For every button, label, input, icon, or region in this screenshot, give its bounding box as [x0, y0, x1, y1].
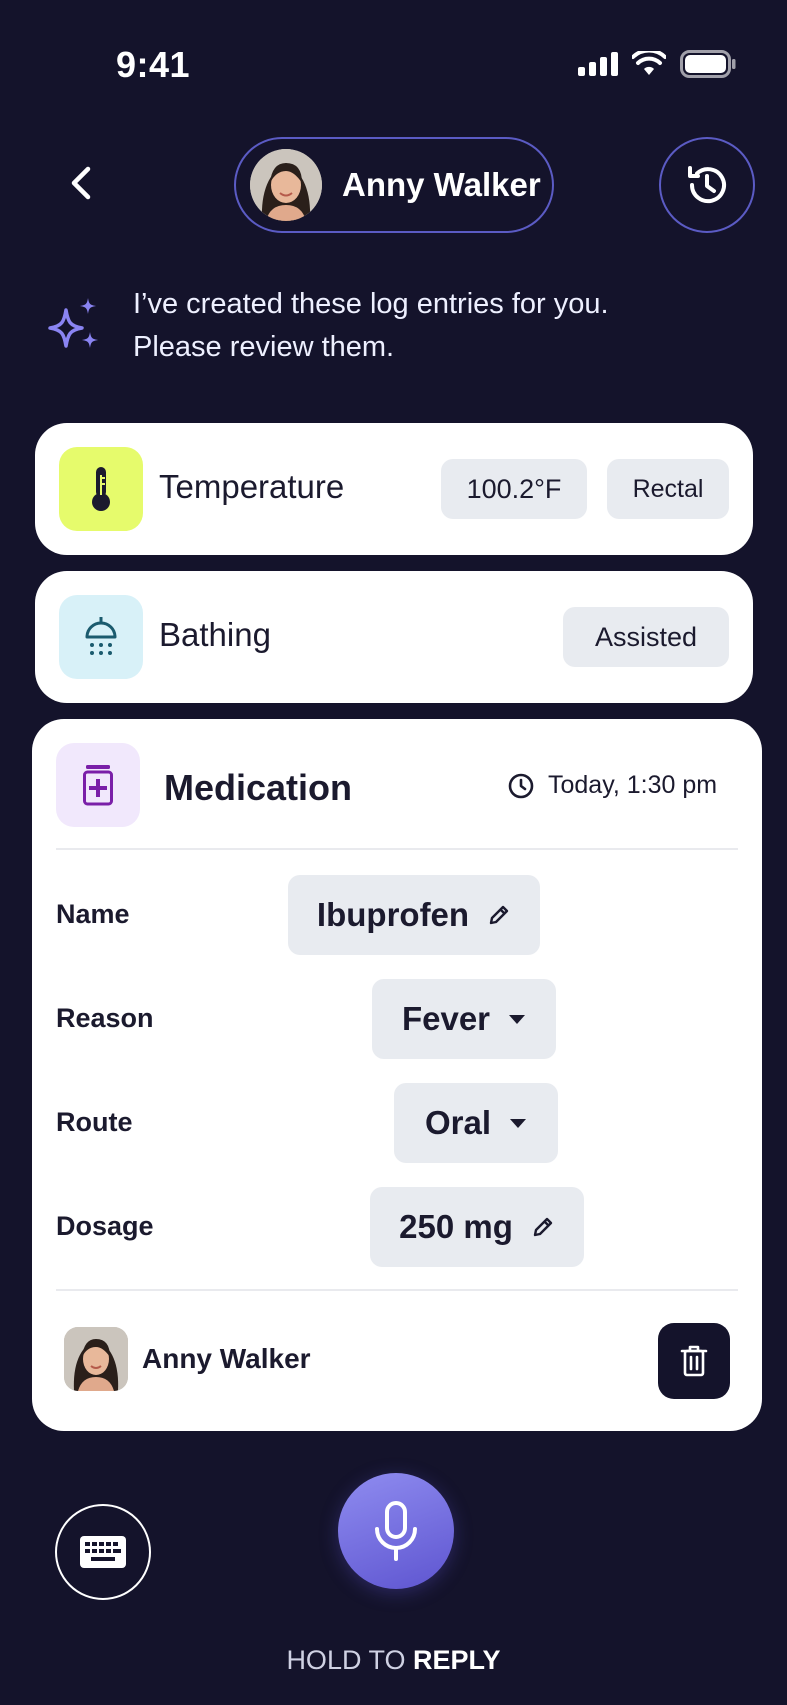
temperature-tile [59, 447, 143, 531]
divider [56, 1289, 738, 1291]
delete-button[interactable] [658, 1323, 730, 1399]
dosage-field[interactable]: 250 mg [370, 1187, 584, 1267]
chevron-left-icon [71, 166, 91, 200]
dosage-value: 250 mg [399, 1208, 513, 1245]
pencil-icon [533, 1217, 553, 1237]
medication-title: Medication [164, 767, 353, 808]
keyboard-icon [80, 1536, 126, 1568]
route-value: Oral [424, 1104, 492, 1141]
caret-down-icon [510, 1119, 527, 1128]
microphone-icon [375, 1501, 417, 1561]
route-select[interactable]: Oral [394, 1083, 558, 1163]
dosage-label: Dosage [56, 1211, 154, 1241]
profile-name: Anny Walker [342, 166, 541, 203]
author-name: Anny Walker [142, 1343, 311, 1374]
thermometer-icon [92, 467, 110, 511]
author: Anny Walker [64, 1327, 311, 1391]
bathing-tile [59, 595, 143, 679]
clock-icon [508, 773, 534, 798]
bathing-status-chip[interactable]: Assisted [563, 607, 729, 667]
temperature-card[interactable]: Temperature 100.2°F Rectal [35, 423, 753, 555]
avatar [250, 149, 322, 221]
name-field[interactable]: Ibuprofen [288, 875, 540, 955]
trash-icon [680, 1345, 708, 1377]
medication-time-text: Today, 1:30 pm [548, 771, 718, 799]
back-button[interactable] [56, 158, 106, 208]
bathing-title: Bathing [159, 616, 271, 653]
battery-icon [680, 50, 736, 78]
hold-to-reply-text: HOLD TO REPLY [0, 1645, 787, 1676]
reason-select[interactable]: Fever [372, 979, 556, 1059]
pill-bottle-icon [83, 765, 113, 806]
signal-icon [578, 52, 618, 76]
wifi-icon [632, 51, 666, 75]
temperature-title: Temperature [159, 468, 345, 505]
route-label: Route [56, 1107, 133, 1137]
temperature-value-chip[interactable]: 100.2°F [441, 459, 587, 519]
microphone-button[interactable] [338, 1473, 454, 1589]
reply-text: REPLY [413, 1645, 501, 1675]
bathing-card[interactable]: Bathing Assisted [35, 571, 753, 703]
name-value: Ibuprofen [316, 896, 470, 933]
shower-icon [85, 617, 117, 655]
medication-tile [56, 743, 140, 827]
temperature-method-chip[interactable]: Rectal [607, 459, 729, 519]
history-icon [688, 166, 726, 204]
status-time: 9:41 [116, 44, 191, 85]
name-label: Name [56, 899, 130, 929]
reason-label: Reason [56, 1003, 154, 1033]
reason-value: Fever [401, 1000, 491, 1037]
caret-down-icon [509, 1015, 526, 1024]
divider [56, 848, 738, 850]
assistant-message: I’ve created these log entries for you. … [133, 288, 609, 363]
medication-card: Medication Today, 1:30 pm Name Ibuprofen… [32, 719, 762, 1431]
profile-pill[interactable]: Anny Walker [234, 137, 554, 233]
medication-time[interactable]: Today, 1:30 pm [508, 771, 717, 800]
sparkle-icon [48, 298, 98, 348]
keyboard-button[interactable] [55, 1504, 151, 1600]
status-icons [578, 50, 736, 78]
history-button[interactable] [659, 137, 755, 233]
avatar [64, 1327, 128, 1391]
hold-text: HOLD TO [286, 1645, 406, 1675]
pencil-icon [489, 905, 509, 925]
